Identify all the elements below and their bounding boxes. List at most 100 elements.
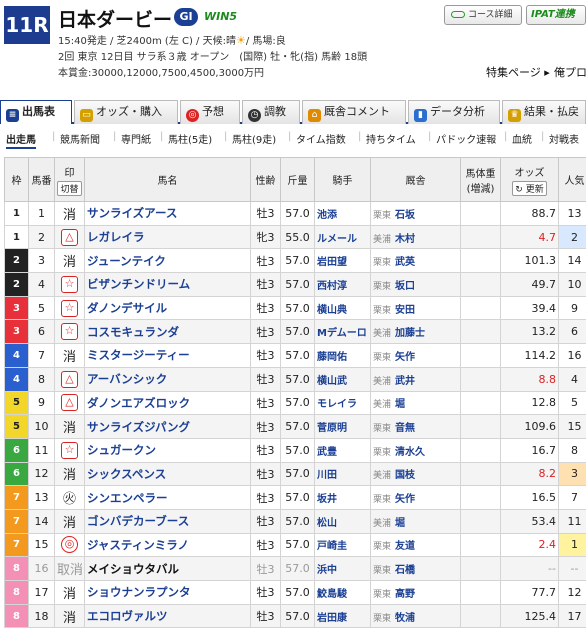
stable-cell[interactable]: 栗東 坂口	[370, 272, 461, 297]
tab-data-analysis[interactable]: ▮ データ分析	[408, 100, 500, 124]
table-row[interactable]: 8 16 取消 メイショウタバル 牡3 57.0 浜中 栗東 石橋 -- --	[4, 556, 586, 581]
subnav-pedigree[interactable]: 血統	[512, 131, 532, 146]
table-row[interactable]: 7 14 消ゴンバデカーブース 牡3 57.0 松山 美浦堀 53.4 11	[4, 508, 586, 534]
table-row[interactable]: 5 9 △ ダノンエアズロック 牡3 57.0 モレイラ 美浦堀 12.8 5	[4, 390, 586, 416]
horse-name-link[interactable]: ショウナンラプンタ	[87, 585, 191, 599]
stable-cell[interactable]: 美浦 武井	[370, 366, 461, 392]
mark-cell[interactable]: 消	[54, 508, 85, 534]
stable-cell[interactable]: 栗東 石坂	[370, 201, 461, 226]
jockey-cell[interactable]: 松山	[314, 508, 371, 534]
jockey-cell[interactable]: 西村淳	[314, 272, 371, 297]
subnav-past5[interactable]: 馬柱(5走)	[168, 131, 212, 146]
table-row[interactable]: 4 7 消ミスタージーティー 牡3 57.0 藤岡佑 栗東 矢作 114.2 16	[4, 343, 586, 368]
jockey-cell[interactable]: 川田	[314, 461, 371, 487]
jockey-cell[interactable]: 岩田康	[314, 603, 371, 629]
mark-cell[interactable]: ◎	[54, 532, 85, 558]
jockey-link[interactable]: 西村淳	[317, 281, 347, 292]
stable-cell[interactable]: 栗東 矢作	[370, 343, 461, 368]
subnav-best-time[interactable]: 持ちタイム	[366, 131, 416, 146]
mark-cell[interactable]: 消	[54, 343, 85, 368]
jockey-link[interactable]: Mデムーロ	[317, 328, 367, 339]
horse-cell[interactable]: シュガークン	[84, 437, 251, 463]
horse-name-link[interactable]: レガレイラ	[87, 230, 145, 244]
horse-cell[interactable]: メイショウタバル	[84, 556, 251, 581]
table-row[interactable]: 2 4 ☆ ビザンチンドリーム 牡3 57.0 西村淳 栗東 坂口 49.7 10	[4, 272, 586, 297]
special-feature-link[interactable]: 特集ページ ▸	[486, 64, 550, 80]
tab-odds[interactable]: ▭ オッズ・購入	[74, 100, 178, 124]
mark-icon[interactable]: △	[61, 394, 78, 412]
jockey-link[interactable]: 横山典	[317, 305, 347, 316]
horse-name-link[interactable]: アーバンシック	[87, 372, 167, 386]
subnav-past9[interactable]: 馬柱(9走)	[232, 131, 276, 146]
horse-name-link[interactable]: ダノンデサイル	[87, 301, 167, 315]
jockey-cell[interactable]: 藤岡佑	[314, 343, 371, 368]
tab-stable-comment[interactable]: ⌂ 厩舎コメント	[302, 100, 406, 124]
mark-label[interactable]: 消	[63, 208, 76, 223]
jockey-link[interactable]: 岩田康	[317, 613, 347, 624]
jockey-cell[interactable]: 戸崎圭	[314, 532, 371, 558]
trainer-link[interactable]: 武井	[395, 376, 415, 387]
mark-cell[interactable]: 消	[54, 414, 85, 439]
jockey-link[interactable]: 川田	[317, 470, 337, 481]
horse-cell[interactable]: コスモキュランダ	[84, 319, 251, 345]
mark-cell[interactable]: ☆	[54, 319, 85, 345]
horse-cell[interactable]: ダノンデサイル	[84, 295, 251, 321]
subnav-newspaper[interactable]: 競馬新聞	[60, 131, 100, 146]
mark-cell[interactable]: ㊋	[54, 485, 85, 510]
stable-cell[interactable]: 栗東 清水久	[370, 437, 461, 463]
mark-label[interactable]: 取消	[57, 563, 83, 578]
stable-cell[interactable]: 栗東 音無	[370, 414, 461, 439]
horse-cell[interactable]: シンエンペラー	[84, 485, 251, 510]
stable-cell[interactable]: 栗東 石橋	[370, 556, 461, 581]
horse-name-link[interactable]: シュガークン	[87, 443, 156, 457]
mark-icon[interactable]: △	[61, 228, 78, 246]
subnav-shussouba[interactable]: 出走馬	[6, 131, 36, 149]
tab-shutsuba[interactable]: ≡ 出馬表	[0, 100, 72, 124]
odds-refresh-button[interactable]: ↻ 更新	[512, 180, 547, 196]
horse-cell[interactable]: サンライズジパング	[84, 414, 251, 439]
trainer-link[interactable]: 高野	[395, 589, 415, 600]
jockey-link[interactable]: 松山	[317, 518, 337, 529]
horse-name-link[interactable]: ダノンエアズロック	[87, 396, 190, 410]
table-row[interactable]: 4 8 △ アーバンシック 牡3 57.0 横山武 美浦 武井 8.8 4	[4, 366, 586, 392]
mark-cell[interactable]: 消	[54, 603, 85, 629]
stable-cell[interactable]: 栗東 友道	[370, 532, 461, 558]
trainer-link[interactable]: 坂口	[395, 281, 415, 292]
horse-cell[interactable]: ショウナンラプンタ	[84, 580, 251, 605]
jockey-cell[interactable]: ルメール	[314, 224, 371, 250]
jockey-cell[interactable]: 浜中	[314, 556, 371, 581]
mark-icon[interactable]: ☆	[61, 323, 78, 341]
table-row[interactable]: 3 5 ☆ ダノンデサイル 牡3 57.0 横山典 栗東 安田 39.4 9	[4, 295, 586, 321]
jockey-cell[interactable]: Mデムーロ	[314, 319, 371, 345]
table-row[interactable]: 8 17 消ショウナンラプンタ 牡3 57.0 鮫島駿 栗東 高野 77.7 12	[4, 580, 586, 605]
horse-name-link[interactable]: メイショウタバル	[87, 562, 179, 576]
horse-name-link[interactable]: サンライズアース	[87, 206, 177, 220]
jockey-cell[interactable]: 横山典	[314, 295, 371, 321]
subnav-time-index[interactable]: タイム指数	[296, 131, 346, 146]
jockey-link[interactable]: 坂井	[317, 494, 337, 505]
table-row[interactable]: 6 11 ☆ シュガークン 牡3 57.0 武豊 栗東 清水久 16.7 8	[4, 437, 586, 463]
table-row[interactable]: 8 18 消エコロヴァルツ 牡3 57.0 岩田康 栗東 牧浦 125.4 17	[4, 603, 586, 629]
horse-name-link[interactable]: ジャスティンミラノ	[87, 538, 189, 552]
mark-label[interactable]: 消	[63, 421, 76, 436]
mark-cell[interactable]: 消	[54, 248, 85, 274]
jockey-cell[interactable]: 鮫島駿	[314, 580, 371, 605]
mark-icon[interactable]: ◎	[61, 536, 78, 554]
stable-cell[interactable]: 栗東 牧浦	[370, 603, 461, 629]
mark-label[interactable]: 消	[63, 516, 76, 531]
table-row[interactable]: 6 12 消シックスペンス 牡3 57.0 川田 美浦 国枝 8.2 3	[4, 461, 586, 487]
mark-label[interactable]: 消	[63, 468, 76, 483]
mark-cell[interactable]: ☆	[54, 272, 85, 297]
mark-cell[interactable]: 消	[54, 201, 85, 226]
course-detail-button[interactable]: コース詳細	[444, 5, 522, 25]
ipat-button[interactable]: IPAT連携	[526, 5, 586, 25]
horse-name-link[interactable]: シックスペンス	[87, 467, 166, 481]
horse-name-link[interactable]: シンエンペラー	[87, 491, 168, 505]
stable-cell[interactable]: 栗東 安田	[370, 295, 461, 321]
mark-cell[interactable]: △	[54, 366, 85, 392]
jockey-link[interactable]: ルメール	[317, 234, 357, 245]
mark-icon[interactable]: ☆	[61, 299, 78, 317]
horse-cell[interactable]: エコロヴァルツ	[84, 603, 251, 629]
trainer-link[interactable]: 国枝	[395, 470, 415, 481]
mark-cell[interactable]: 消	[54, 580, 85, 605]
